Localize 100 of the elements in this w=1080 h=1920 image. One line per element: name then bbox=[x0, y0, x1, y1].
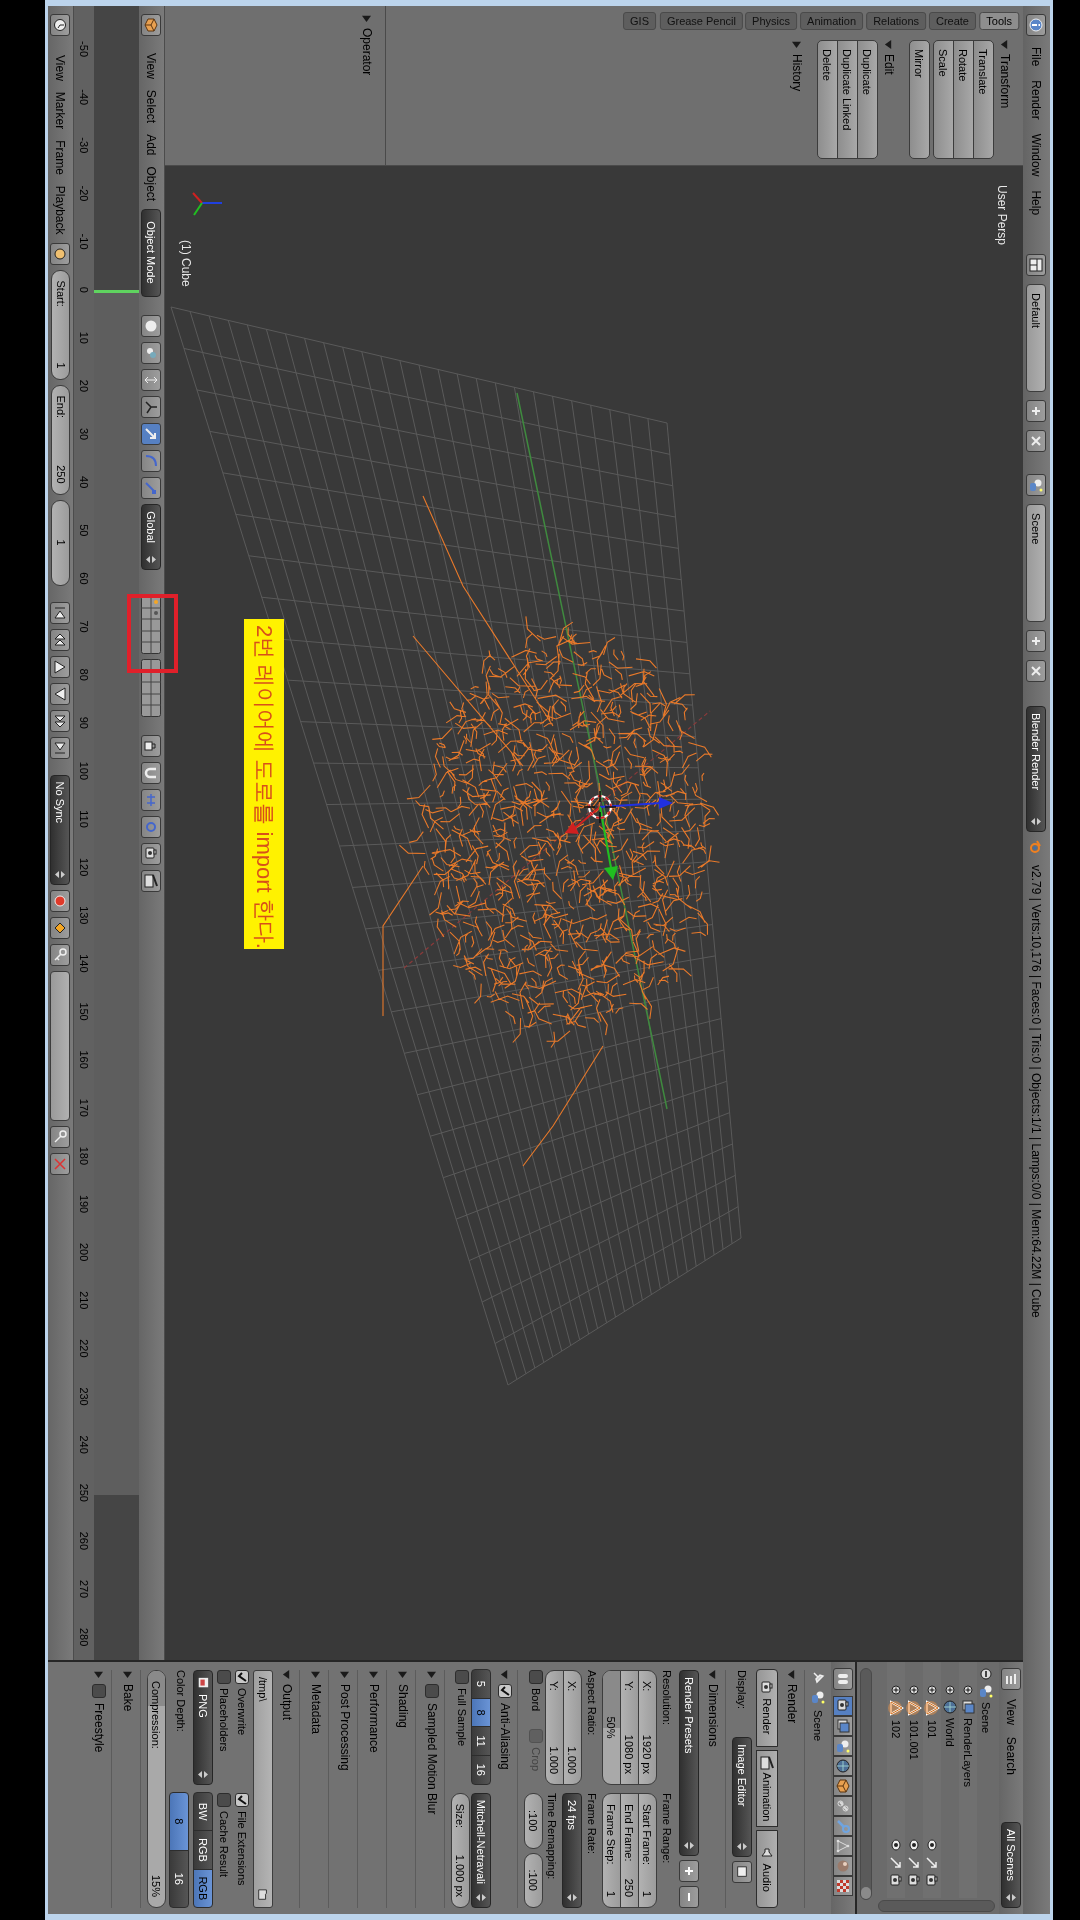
panel-title[interactable]: Output bbox=[280, 1684, 294, 1721]
add-button[interactable] bbox=[1026, 630, 1047, 653]
playback-button[interactable] bbox=[50, 709, 71, 732]
screen-layout-field[interactable]: Default bbox=[1026, 284, 1047, 393]
checkbox[interactable] bbox=[425, 1684, 439, 1698]
record-button[interactable] bbox=[50, 889, 71, 912]
checkbox[interactable] bbox=[235, 1670, 249, 1684]
editor-type-button[interactable] bbox=[1026, 14, 1047, 36]
manipulator-toggle[interactable] bbox=[141, 369, 162, 392]
outliner-item[interactable]: 101.001 bbox=[908, 1720, 920, 1760]
pivot-dropdown[interactable] bbox=[141, 342, 162, 365]
panel-title[interactable]: Sampled Motion Blur bbox=[425, 1703, 439, 1815]
presets-dropdown[interactable]: Render Presets bbox=[679, 1670, 699, 1856]
close-button[interactable] bbox=[1026, 660, 1047, 683]
panel-title[interactable]: Post Processing bbox=[338, 1684, 352, 1771]
panel-title[interactable]: Performance bbox=[367, 1684, 381, 1753]
disclosure-triangle-icon[interactable] bbox=[369, 1670, 379, 1679]
disclosure-triangle-icon[interactable] bbox=[340, 1670, 350, 1679]
number-field[interactable]: :100 bbox=[524, 1852, 543, 1908]
sample-option[interactable]: 5 bbox=[471, 1669, 491, 1699]
proportional-button[interactable] bbox=[141, 816, 162, 839]
outliner-item[interactable]: Scene bbox=[980, 1702, 992, 1734]
outliner-item[interactable]: World bbox=[944, 1718, 956, 1747]
checkbox[interactable] bbox=[235, 1793, 249, 1807]
number-field[interactable]: X: 1.000 bbox=[563, 1670, 582, 1785]
properties-tab[interactable] bbox=[833, 1836, 853, 1856]
sample-option[interactable]: 8 bbox=[471, 1697, 491, 1728]
insert-keyframe-button[interactable] bbox=[50, 1125, 71, 1148]
properties-tab[interactable] bbox=[833, 1876, 853, 1896]
eye-icon[interactable] bbox=[925, 1838, 939, 1852]
render-animation-button[interactable] bbox=[141, 870, 162, 893]
color-mode-option[interactable]: RGB bbox=[193, 1830, 213, 1870]
number-field[interactable]: Y: 1080 px bbox=[620, 1670, 639, 1785]
properties-tab[interactable] bbox=[833, 1736, 853, 1756]
number-field[interactable]: End Frame: 250 bbox=[620, 1793, 639, 1908]
display-dropdown[interactable]: Image Editor bbox=[732, 1737, 752, 1858]
disclosure-triangle-icon[interactable] bbox=[500, 1670, 510, 1679]
menu-item[interactable]: Window bbox=[1029, 130, 1044, 180]
checkbox[interactable] bbox=[217, 1793, 231, 1807]
menu-item[interactable]: Object bbox=[144, 163, 159, 205]
disclosure-triangle-icon[interactable] bbox=[282, 1670, 292, 1679]
disclosure-triangle-icon[interactable] bbox=[708, 1670, 718, 1679]
rotate-button[interactable] bbox=[141, 450, 162, 473]
expand-icon[interactable] bbox=[926, 1684, 938, 1696]
remove-preset-button[interactable] bbox=[679, 1886, 699, 1908]
tool-button[interactable]: Duplicate Linked bbox=[837, 40, 858, 159]
properties-tab[interactable] bbox=[833, 1796, 853, 1816]
lock-button[interactable] bbox=[141, 735, 162, 758]
shading-dropdown[interactable] bbox=[141, 315, 162, 338]
scene-field[interactable]: Scene bbox=[1026, 504, 1047, 623]
expand-icon[interactable] bbox=[962, 1684, 974, 1696]
checkbox[interactable] bbox=[455, 1670, 469, 1684]
window-toggle[interactable] bbox=[732, 1861, 752, 1884]
add-button[interactable] bbox=[1026, 400, 1047, 423]
render-button[interactable]: Audio bbox=[756, 1830, 778, 1908]
sample-option[interactable]: 16 bbox=[471, 1754, 491, 1785]
color-depth-option[interactable]: 8 bbox=[169, 1792, 189, 1851]
checkbox[interactable] bbox=[498, 1684, 512, 1698]
menu-item[interactable]: Help bbox=[1029, 187, 1044, 219]
playback-button[interactable] bbox=[50, 601, 71, 624]
properties-tab[interactable] bbox=[833, 1696, 853, 1716]
color-depth-option[interactable]: 16 bbox=[169, 1849, 189, 1908]
number-field[interactable]: Size: 1.000 px bbox=[451, 1792, 470, 1908]
number-field[interactable]: :100 bbox=[524, 1793, 543, 1849]
panel-title[interactable]: Anti-Aliasing bbox=[498, 1703, 512, 1770]
sample-option[interactable]: 11 bbox=[471, 1726, 491, 1756]
snap-button[interactable] bbox=[141, 762, 162, 785]
disclosure-triangle-icon[interactable] bbox=[94, 1670, 104, 1679]
orientation-dropdown[interactable]: Global bbox=[141, 504, 162, 571]
arrow-cursor-icon[interactable] bbox=[925, 1856, 939, 1870]
expand-icon[interactable] bbox=[908, 1684, 920, 1696]
disclosure-triangle-icon[interactable] bbox=[787, 1670, 797, 1679]
disclosure-triangle-icon[interactable] bbox=[1000, 40, 1010, 49]
scrollbar[interactable] bbox=[860, 1668, 872, 1900]
disclosure-triangle-icon[interactable] bbox=[311, 1670, 321, 1679]
scrollbar-thumb[interactable] bbox=[861, 1887, 871, 1899]
close-button[interactable] bbox=[1026, 430, 1047, 453]
menu-item[interactable]: Marker bbox=[53, 88, 68, 133]
tool-shelf-tab[interactable]: Tools bbox=[979, 12, 1019, 30]
translate-button[interactable] bbox=[141, 423, 162, 446]
menu-item[interactable]: Render bbox=[1029, 77, 1044, 123]
file-format-dropdown[interactable]: PNG bbox=[193, 1670, 213, 1785]
scene-icon-button[interactable] bbox=[1026, 474, 1047, 497]
outliner-item[interactable]: 102 bbox=[890, 1720, 902, 1739]
sync-dropdown[interactable]: No Sync bbox=[50, 774, 71, 885]
keying-set-button[interactable] bbox=[50, 943, 71, 966]
expand-icon[interactable] bbox=[890, 1684, 902, 1696]
tool-button[interactable]: Duplicate bbox=[857, 40, 878, 159]
eye-icon[interactable] bbox=[889, 1838, 903, 1852]
scale-button[interactable] bbox=[141, 477, 162, 500]
menu-item[interactable]: View bbox=[1004, 1696, 1018, 1728]
add-preset-button[interactable] bbox=[679, 1860, 699, 1882]
tool-button[interactable]: Rotate bbox=[953, 40, 974, 159]
disclosure-triangle-icon[interactable] bbox=[123, 1670, 133, 1679]
menu-item[interactable]: Add bbox=[144, 131, 159, 159]
delete-keyframe-button[interactable] bbox=[50, 1152, 71, 1175]
frame-rate-dropdown[interactable]: 24 fps bbox=[562, 1793, 582, 1908]
preview-range-button[interactable] bbox=[50, 242, 71, 265]
panel-title[interactable]: Edit bbox=[882, 54, 896, 75]
transform-manipulator-drawing[interactable] bbox=[565, 797, 673, 880]
